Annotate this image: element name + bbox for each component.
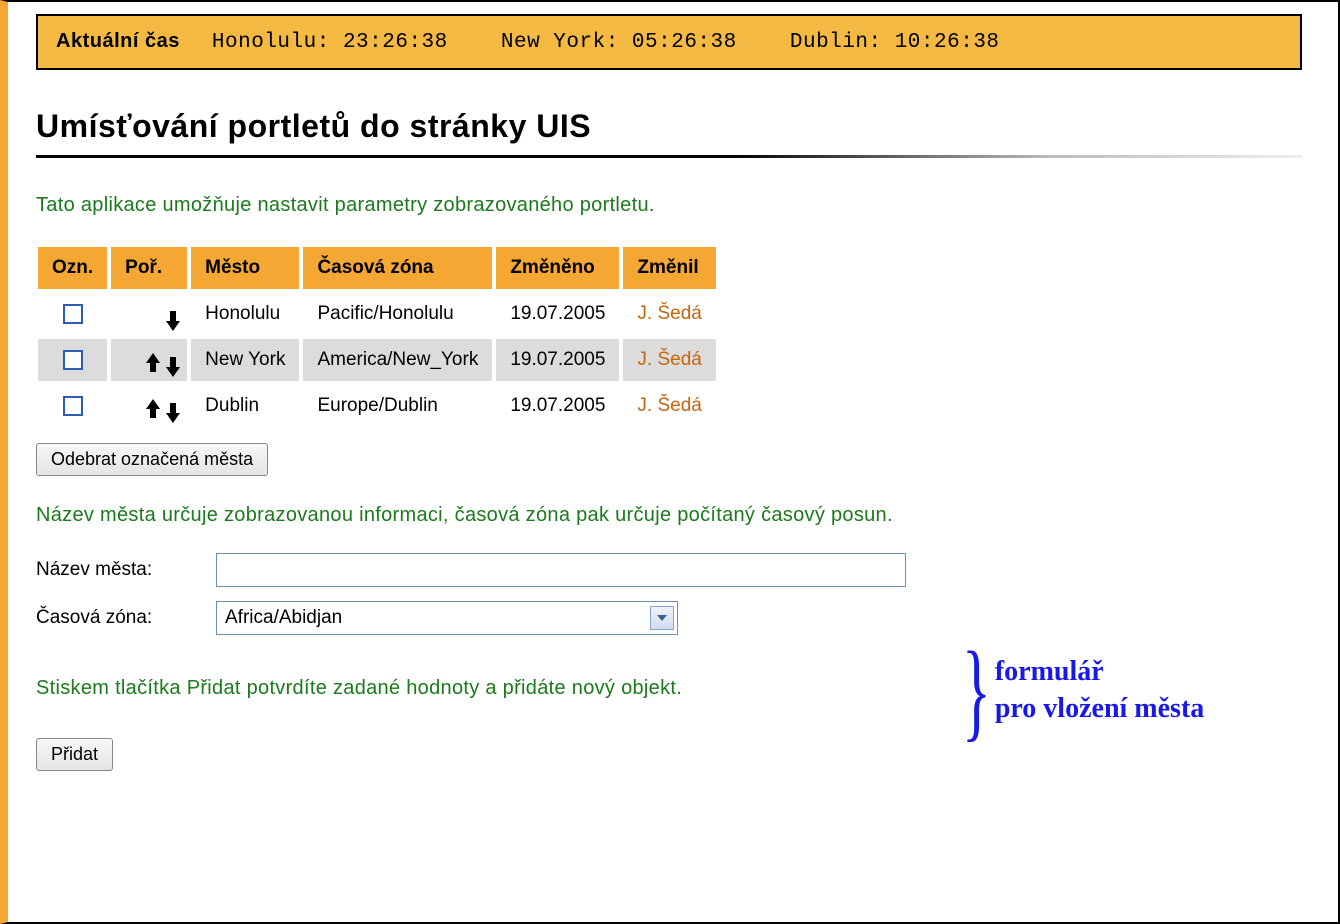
cell-user[interactable]: J. Šedá: [623, 385, 715, 427]
table-row: Dublin Europe/Dublin 19.07.2005 J. Šedá: [38, 385, 716, 427]
form-annotation: } formulář pro vložení města: [950, 644, 1204, 738]
table-row: New York America/New_York 19.07.2005 J. …: [38, 339, 716, 381]
cell-user[interactable]: J. Šedá: [623, 339, 715, 381]
arrow-up-icon[interactable]: [137, 395, 153, 417]
title-divider: [36, 155, 1302, 158]
page-title: Umísťování portletů do stránky UIS: [36, 108, 1302, 145]
arrow-down-icon[interactable]: [157, 395, 173, 417]
table-row: Honolulu Pacific/Honolulu 19.07.2005 J. …: [38, 293, 716, 335]
timezone-select[interactable]: Africa/Abidjan: [216, 601, 678, 635]
clock-honolulu: Honolulu: 23:26:38: [212, 31, 461, 54]
cell-date: 19.07.2005: [496, 339, 619, 381]
help-text-1: Název města určuje zobrazovanou informac…: [36, 504, 1302, 527]
table-header-row: Ozn. Poř. Město Časová zóna Změněno Změn…: [38, 247, 716, 289]
cell-city: Dublin: [191, 385, 299, 427]
timezone-label: Časová zóna:: [36, 607, 216, 629]
intro-text: Tato aplikace umožňuje nastavit parametr…: [36, 194, 1302, 217]
current-time-bar: Aktuální čas Honolulu: 23:26:38 New York…: [36, 14, 1302, 70]
brace-icon: }: [962, 644, 991, 738]
col-mesto: Město: [191, 247, 299, 289]
col-zmeneno: Změněno: [496, 247, 619, 289]
clock-dublin: Dublin: 10:26:38: [790, 31, 1000, 54]
col-ozn: Ozn.: [38, 247, 107, 289]
clock-newyork: New York: 05:26:38: [501, 31, 750, 54]
chevron-down-icon[interactable]: [650, 606, 674, 630]
cell-date: 19.07.2005: [496, 293, 619, 335]
cities-table: Ozn. Poř. Město Časová zóna Změněno Změn…: [34, 243, 720, 431]
col-zona: Časová zóna: [303, 247, 492, 289]
city-name-label: Název města:: [36, 559, 216, 581]
add-button[interactable]: Přidat: [36, 738, 113, 771]
cell-zone: America/New_York: [303, 339, 492, 381]
timezone-select-value: Africa/Abidjan: [225, 607, 342, 629]
cell-zone: Pacific/Honolulu: [303, 293, 492, 335]
cell-city: New York: [191, 339, 299, 381]
row-checkbox[interactable]: [63, 396, 83, 416]
row-checkbox[interactable]: [63, 350, 83, 370]
col-zmenil: Změnil: [623, 247, 715, 289]
col-por: Poř.: [111, 247, 187, 289]
cell-user[interactable]: J. Šedá: [623, 293, 715, 335]
time-bar-label: Aktuální čas: [56, 30, 180, 52]
arrow-up-icon[interactable]: [137, 349, 153, 371]
arrow-down-icon[interactable]: [157, 303, 173, 325]
cell-zone: Europe/Dublin: [303, 385, 492, 427]
cell-date: 19.07.2005: [496, 385, 619, 427]
remove-selected-button[interactable]: Odebrat označená města: [36, 443, 268, 476]
cell-city: Honolulu: [191, 293, 299, 335]
arrow-down-icon[interactable]: [157, 349, 173, 371]
row-checkbox[interactable]: [63, 304, 83, 324]
city-name-input[interactable]: [216, 553, 906, 587]
